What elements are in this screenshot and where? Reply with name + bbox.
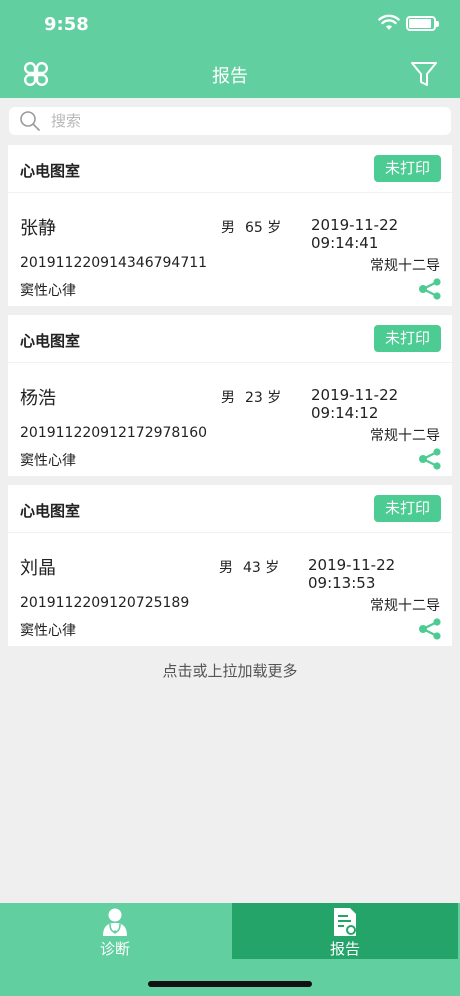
report-id: 2019112209120725189 (20, 595, 190, 611)
patient-gender: 男 (221, 220, 235, 236)
search-icon (19, 110, 41, 136)
exam-type: 常规十二导 (370, 598, 440, 614)
department-label: 心电图室 (20, 162, 81, 180)
report-id: 201911220914346794711 (20, 255, 208, 271)
divider (8, 362, 452, 363)
share-icon[interactable] (418, 278, 442, 300)
share-icon[interactable] (418, 618, 442, 640)
patient-gender: 男 (221, 390, 235, 406)
tab-report[interactable]: 报告 (232, 903, 458, 959)
share-icon[interactable] (418, 448, 442, 470)
report-datetime: 2019-11-22 09:14:41 (311, 216, 399, 252)
diagnosis: 窦性心律 (20, 453, 76, 469)
nav-bar: 报告 (0, 50, 460, 98)
report-card[interactable]: 心电图室 未打印 杨浩 男 23 岁 2019-11-22 09:14:12 2… (8, 315, 452, 476)
exam-type: 常规十二导 (370, 428, 440, 444)
battery-icon (406, 16, 439, 31)
print-status-button[interactable]: 未打印 (374, 155, 441, 182)
report-datetime: 2019-11-22 09:14:12 (311, 386, 399, 422)
divider (8, 192, 452, 193)
patient-age: 65 岁 (245, 220, 282, 236)
search-input[interactable] (51, 109, 431, 133)
tab-diagnosis[interactable]: 诊断 (0, 903, 230, 959)
filter-icon[interactable] (408, 58, 440, 90)
patient-age: 23 岁 (245, 390, 282, 406)
patient-age: 43 岁 (243, 560, 280, 576)
diagnosis: 窦性心律 (20, 283, 76, 299)
status-time: 9:58 (44, 14, 89, 35)
department-label: 心电图室 (20, 332, 81, 350)
report-datetime: 2019-11-22 09:13:53 (308, 556, 396, 592)
divider (8, 532, 452, 533)
search-bar (9, 107, 451, 135)
report-id: 20191122091217297816​0 (20, 425, 208, 441)
wifi-icon (378, 14, 400, 35)
patient-name: 张静 (20, 218, 56, 239)
tab-label: 报告 (329, 940, 360, 958)
diagnosis: 窦性心律 (20, 623, 76, 639)
patient-gender: 男 (219, 560, 233, 576)
report-card[interactable]: 心电图室 未打印 张静 男 65 岁 2019-11-22 09:14:41 2… (8, 145, 452, 306)
load-more-button[interactable]: 点击或上拉加载更多 (0, 660, 460, 681)
department-label: 心电图室 (20, 502, 81, 520)
report-icon (331, 907, 359, 941)
doctor-icon (101, 907, 129, 941)
status-bar: 9:58 (0, 0, 460, 50)
tab-label: 诊断 (99, 940, 130, 958)
home-indicator (148, 981, 312, 987)
report-card[interactable]: 心电图室 未打印 刘晶 男 43 岁 2019-11-22 09:13:53 2… (8, 485, 452, 646)
patient-name: 杨浩 (20, 388, 56, 409)
patient-name: 刘晶 (20, 558, 56, 579)
print-status-button[interactable]: 未打印 (374, 495, 441, 522)
print-status-button[interactable]: 未打印 (374, 325, 441, 352)
page-title: 报告 (212, 66, 248, 87)
exam-type: 常规十二导 (370, 258, 440, 274)
